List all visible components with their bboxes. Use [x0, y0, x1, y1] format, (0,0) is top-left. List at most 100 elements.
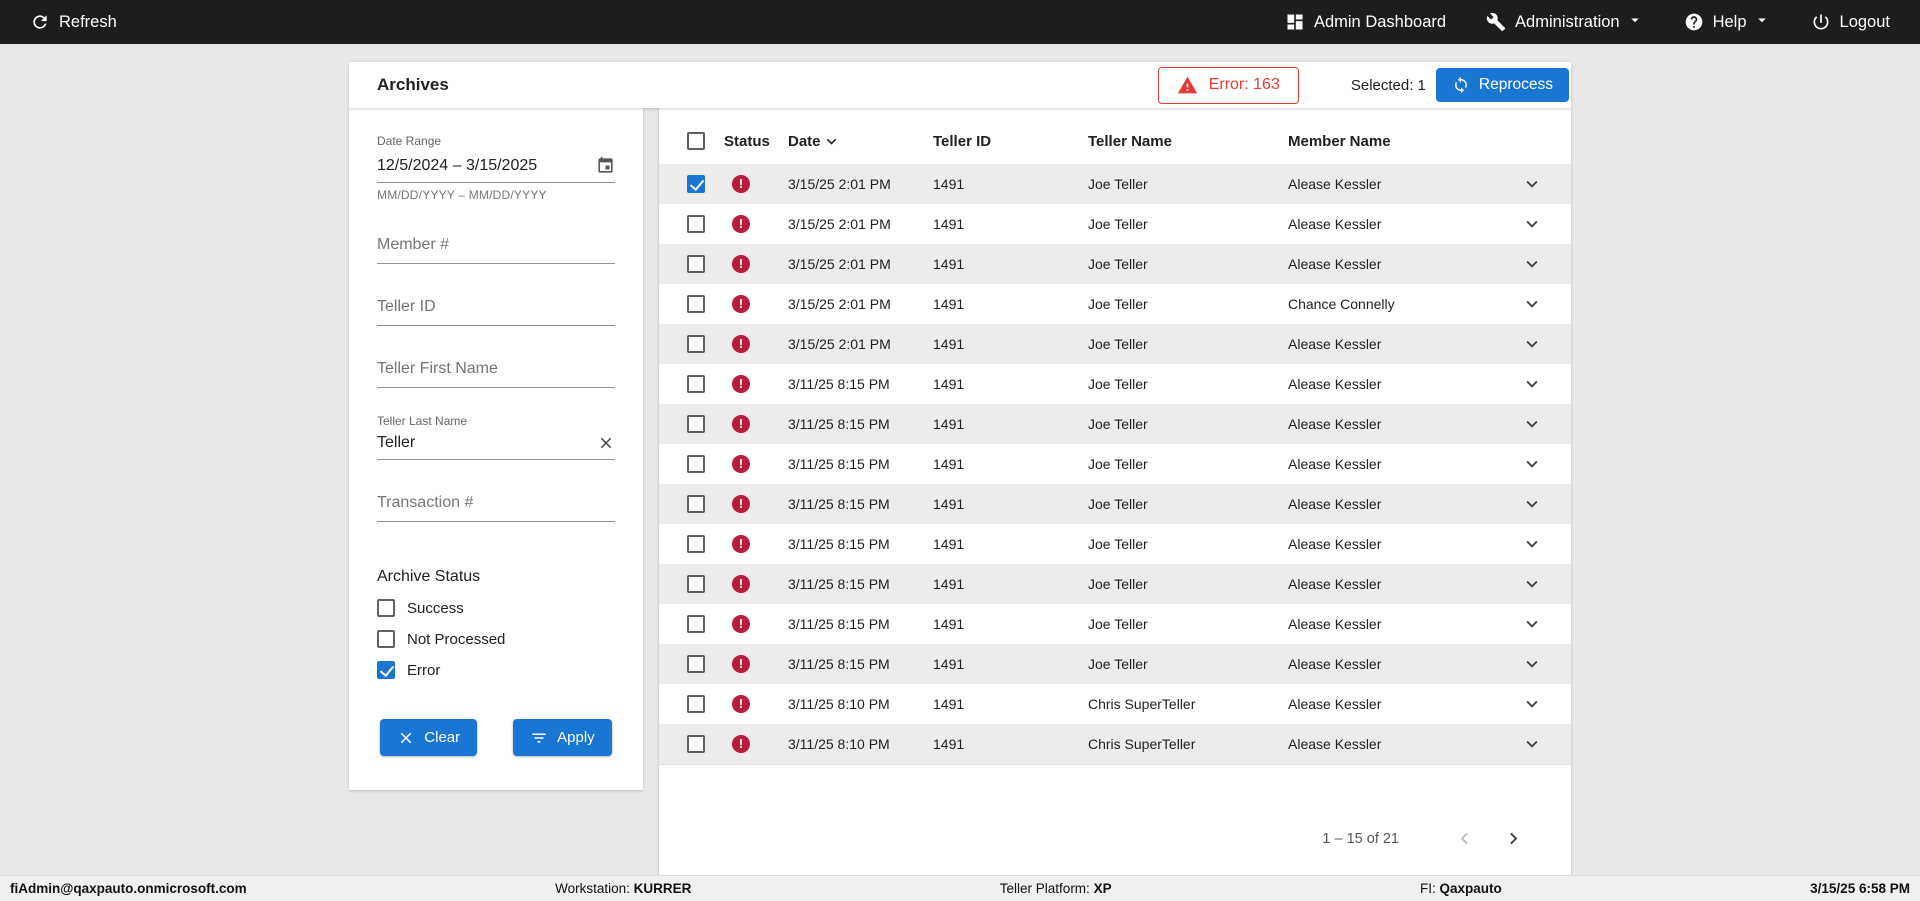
row-teller-name: Chris SuperTeller [1088, 696, 1288, 712]
row-member-name: Alease Kessler [1288, 416, 1507, 432]
error-status-icon: ! [732, 575, 750, 593]
error-count-badge[interactable]: Error: 163 [1158, 67, 1299, 104]
chevron-down-icon [1756, 11, 1771, 34]
row-checkbox[interactable] [687, 255, 705, 273]
expand-row-icon[interactable] [1521, 733, 1543, 755]
error-status-icon: ! [732, 615, 750, 633]
teller-first-name-input[interactable]: Teller First Name [377, 360, 615, 388]
row-checkbox[interactable] [687, 295, 705, 313]
clear-button[interactable]: Clear [380, 719, 477, 756]
row-checkbox[interactable] [687, 695, 705, 713]
expand-row-icon[interactable] [1521, 533, 1543, 555]
row-member-name: Alease Kessler [1288, 216, 1507, 232]
chevron-left-icon [1453, 827, 1476, 850]
apply-button[interactable]: Apply [513, 719, 612, 756]
archive-status-option[interactable]: Error [377, 661, 615, 679]
archive-status-option[interactable]: Success [377, 599, 615, 617]
expand-row-icon[interactable] [1521, 453, 1543, 475]
row-checkbox[interactable] [687, 415, 705, 433]
teller-last-name-label: Teller Last Name [377, 414, 615, 428]
expand-row-icon[interactable] [1521, 413, 1543, 435]
reprocess-button[interactable]: Reprocess [1436, 68, 1569, 102]
row-teller-id: 1491 [933, 216, 1088, 232]
calendar-icon[interactable] [596, 156, 615, 175]
archive-status-option[interactable]: Not Processed [377, 630, 615, 648]
row-date: 3/11/25 8:15 PM [788, 576, 933, 592]
row-checkbox[interactable] [687, 735, 705, 753]
error-status-icon: ! [732, 415, 750, 433]
table-row: ! 3/11/25 8:15 PM 1491 Joe Teller Alease… [659, 604, 1571, 644]
table-row: ! 3/11/25 8:15 PM 1491 Joe Teller Alease… [659, 484, 1571, 524]
row-teller-id: 1491 [933, 736, 1088, 752]
row-date: 3/11/25 8:15 PM [788, 616, 933, 632]
expand-row-icon[interactable] [1521, 693, 1543, 715]
selected-count: Selected: 1 [1351, 77, 1426, 94]
footer-platform: Teller Platform: XP [1000, 881, 1112, 896]
row-checkbox[interactable] [687, 455, 705, 473]
filter-panel: Date Range 12/5/2024 – 3/15/2025 MM/DD/Y… [349, 108, 643, 790]
refresh-button[interactable]: Refresh [30, 12, 117, 32]
option-checkbox[interactable] [377, 630, 395, 648]
expand-row-icon[interactable] [1521, 253, 1543, 275]
logout-button[interactable]: Logout [1811, 12, 1890, 32]
teller-id-input[interactable]: Teller ID [377, 298, 615, 326]
expand-row-icon[interactable] [1521, 613, 1543, 635]
date-range-value[interactable]: 12/5/2024 – 3/15/2025 [377, 157, 537, 175]
row-checkbox[interactable] [687, 375, 705, 393]
error-status-icon: ! [732, 495, 750, 513]
row-teller-id: 1491 [933, 416, 1088, 432]
row-member-name: Alease Kessler [1288, 376, 1507, 392]
row-checkbox[interactable] [687, 575, 705, 593]
row-teller-name: Joe Teller [1088, 176, 1288, 192]
error-status-icon: ! [732, 655, 750, 673]
row-checkbox[interactable] [687, 535, 705, 553]
row-date: 3/11/25 8:15 PM [788, 456, 933, 472]
row-date: 3/15/25 2:01 PM [788, 336, 933, 352]
row-checkbox[interactable] [687, 335, 705, 353]
chevron-down-icon [1629, 11, 1644, 34]
option-label: Not Processed [407, 631, 505, 648]
expand-row-icon[interactable] [1521, 173, 1543, 195]
expand-row-icon[interactable] [1521, 573, 1543, 595]
option-checkbox[interactable] [377, 599, 395, 617]
previous-page-button[interactable] [1449, 823, 1480, 854]
select-all-checkbox[interactable] [687, 132, 705, 150]
expand-row-icon[interactable] [1521, 493, 1543, 515]
table-row: ! 3/11/25 8:15 PM 1491 Joe Teller Alease… [659, 644, 1571, 684]
row-teller-name: Joe Teller [1088, 256, 1288, 272]
sort-descending-icon [822, 132, 841, 151]
teller-last-name-input[interactable]: Teller [377, 434, 415, 452]
row-checkbox[interactable] [687, 215, 705, 233]
expand-row-icon[interactable] [1521, 293, 1543, 315]
clear-field-icon[interactable] [597, 434, 615, 452]
member-number-input[interactable]: Member # [377, 236, 615, 264]
column-header-date[interactable]: Date [788, 132, 933, 151]
archive-status-title: Archive Status [377, 568, 615, 586]
row-date: 3/15/25 2:01 PM [788, 256, 933, 272]
row-member-name: Alease Kessler [1288, 536, 1507, 552]
error-status-icon: ! [732, 375, 750, 393]
expand-row-icon[interactable] [1521, 373, 1543, 395]
table-row: ! 3/11/25 8:15 PM 1491 Joe Teller Alease… [659, 524, 1571, 564]
help-icon [1684, 12, 1704, 32]
administration-menu[interactable]: Administration [1486, 11, 1644, 34]
fi-label: FI: [1420, 881, 1440, 896]
row-checkbox[interactable] [687, 655, 705, 673]
row-checkbox[interactable] [687, 615, 705, 633]
row-checkbox[interactable] [687, 175, 705, 193]
admin-dashboard-button[interactable]: Admin Dashboard [1285, 12, 1446, 32]
next-page-button[interactable] [1498, 823, 1529, 854]
row-checkbox[interactable] [687, 495, 705, 513]
warning-icon [1177, 75, 1198, 96]
table-row: ! 3/15/25 2:01 PM 1491 Joe Teller Chance… [659, 284, 1571, 324]
expand-row-icon[interactable] [1521, 653, 1543, 675]
transaction-number-input[interactable]: Transaction # [377, 494, 615, 522]
expand-row-icon[interactable] [1521, 333, 1543, 355]
teller-last-name-field[interactable]: Teller Last Name Teller [377, 414, 615, 460]
help-menu[interactable]: Help [1684, 11, 1771, 34]
pagination-range: 1 – 15 of 21 [1322, 831, 1399, 847]
option-checkbox[interactable] [377, 661, 395, 679]
date-range-field[interactable]: Date Range 12/5/2024 – 3/15/2025 MM/DD/Y… [377, 134, 615, 202]
expand-row-icon[interactable] [1521, 213, 1543, 235]
table-row: ! 3/15/25 2:01 PM 1491 Joe Teller Alease… [659, 164, 1571, 204]
